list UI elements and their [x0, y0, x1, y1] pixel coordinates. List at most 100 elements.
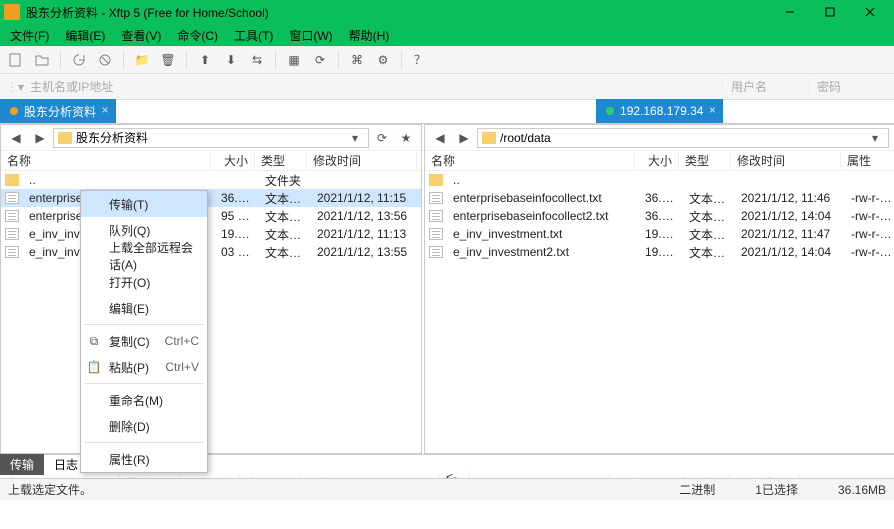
path-dropdown-icon[interactable]: ▾	[866, 131, 884, 145]
folder-icon	[429, 174, 443, 186]
context-item[interactable]: 传输(T)	[81, 191, 207, 217]
local-nav: ◀ ▶ 股东分析资料 ▾ ⟳ ★	[1, 125, 421, 151]
help-icon[interactable]: ？	[410, 50, 430, 70]
menu-tools[interactable]: 工具(T)	[228, 25, 279, 46]
download-icon[interactable]: ⬇	[221, 50, 241, 70]
session-dropdown-icon[interactable]: ▾	[18, 80, 24, 94]
tab-remote-label: 192.168.179.34	[620, 104, 703, 118]
menu-help[interactable]: 帮助(H)	[343, 25, 396, 46]
file-type: 文本文档	[683, 190, 735, 207]
forward-icon[interactable]: ▶	[453, 127, 475, 149]
file-name: ..	[23, 173, 215, 187]
title-bar: 股东分析资料 - Xftp 5 (Free for Home/School)	[0, 0, 894, 24]
file-size: 36.16...	[215, 191, 259, 205]
maximize-button[interactable]	[810, 0, 850, 24]
view-icon[interactable]: ▦	[284, 50, 304, 70]
col-size[interactable]: 大小	[211, 152, 255, 169]
sync-icon[interactable]: ⇆	[247, 50, 267, 70]
tab-local[interactable]: 股东分析资料 ×	[0, 99, 116, 123]
context-item[interactable]: ⧉复制(C)Ctrl+C	[81, 328, 207, 354]
context-item[interactable]: 重命名(M)	[81, 387, 207, 413]
file-type: 文本文档	[683, 208, 735, 225]
remote-path-text: /root/data	[500, 131, 551, 145]
file-type: 文本文档	[259, 190, 311, 207]
parent-dir-row[interactable]: ..	[425, 171, 894, 189]
col-attrs[interactable]: 属性	[841, 152, 894, 169]
disconnect-icon[interactable]	[95, 50, 115, 70]
new-folder-icon[interactable]: 📁	[132, 50, 152, 70]
refresh-icon[interactable]: ⟳	[371, 127, 393, 149]
menu-window[interactable]: 窗口(W)	[283, 25, 338, 46]
file-row[interactable]: enterprisebaseinfocollect2.txt36.16...文本…	[425, 207, 894, 225]
col-name[interactable]: 名称	[1, 152, 211, 169]
parent-dir-row[interactable]: .. 文件夹	[1, 171, 421, 189]
back-icon[interactable]: ◀	[429, 127, 451, 149]
context-item[interactable]: 删除(D)	[81, 413, 207, 439]
menu-view[interactable]: 查看(V)	[115, 25, 167, 46]
address-bar: ⋮ ▾ 主机名或IP地址 用户名 密码	[0, 74, 894, 100]
col-type[interactable]: 类型	[679, 152, 731, 169]
remote-file-list[interactable]: .. enterprisebaseinfocollect.txt36.16...…	[425, 171, 894, 453]
host-input[interactable]: 主机名或IP地址	[30, 78, 716, 95]
col-type[interactable]: 类型	[255, 152, 307, 169]
bookmark-icon[interactable]: ★	[395, 127, 417, 149]
menu-command[interactable]: 命令(C)	[171, 25, 224, 46]
grip-icon: ⋮	[6, 80, 12, 94]
settings-icon[interactable]: ⚙	[373, 50, 393, 70]
file-row[interactable]: e_inv_investment.txt19.16...文本文档2021/1/1…	[425, 225, 894, 243]
menu-edit[interactable]: 编辑(E)	[59, 25, 111, 46]
file-row[interactable]: e_inv_investm...03 By...文本文档2021/1/12, 1…	[1, 243, 421, 261]
upload-icon[interactable]: ⬆	[195, 50, 215, 70]
back-icon[interactable]: ◀	[5, 127, 27, 149]
file-row[interactable]: e_inv_investm...19.16...文本文档2021/1/12, 1…	[1, 225, 421, 243]
new-session-icon[interactable]	[6, 50, 26, 70]
file-row[interactable]: e_inv_investment2.txt19.16...文本文档2021/1/…	[425, 243, 894, 261]
local-file-list[interactable]: .. 文件夹 enterprisebas...36.16...文本文档2021/…	[1, 171, 421, 453]
tab-close-icon[interactable]: ×	[98, 103, 112, 117]
context-item[interactable]: 属性(R)	[81, 446, 207, 472]
file-row[interactable]: enterprisebaseinfocollect.txt36.16...文本文…	[425, 189, 894, 207]
local-path-text: 股东分析资料	[76, 129, 148, 146]
remote-path-input[interactable]: /root/data ▾	[477, 128, 889, 148]
file-row[interactable]: enterprisebas...95 By...文本文档2021/1/12, 1…	[1, 207, 421, 225]
file-attrs: -rw-r--r--	[845, 191, 894, 205]
terminal-icon[interactable]: ⌘	[347, 50, 367, 70]
delete-icon[interactable]: 🗑	[158, 50, 178, 70]
file-icon	[5, 192, 19, 204]
menu-file[interactable]: 文件(F)	[4, 25, 55, 46]
file-size: 19.16...	[639, 227, 683, 241]
refresh-icon[interactable]: ⟳	[310, 50, 330, 70]
col-modified[interactable]: 修改时间	[731, 152, 841, 169]
username-input[interactable]: 用户名	[722, 78, 802, 95]
file-icon	[429, 246, 443, 258]
col-name[interactable]: 名称	[425, 152, 635, 169]
context-item[interactable]: 📋粘贴(P)Ctrl+V	[81, 354, 207, 380]
file-modified: 2021/1/12, 13:56	[311, 209, 421, 223]
file-attrs: -rw-r--r--	[845, 227, 894, 241]
context-item[interactable]: 打开(O)	[81, 269, 207, 295]
tab-transfer[interactable]: 传输	[0, 454, 44, 475]
file-icon	[5, 210, 19, 222]
minimize-button[interactable]	[770, 0, 810, 24]
local-path-input[interactable]: 股东分析资料 ▾	[53, 128, 369, 148]
tab-close-icon[interactable]: ×	[705, 103, 719, 117]
path-dropdown-icon[interactable]: ▾	[346, 131, 364, 145]
context-item[interactable]: 编辑(E)	[81, 295, 207, 321]
tab-local-label: 股东分析资料	[24, 103, 96, 120]
context-item[interactable]: 上载全部远程会话(A)	[81, 243, 207, 269]
context-label: 队列(Q)	[109, 222, 150, 239]
password-input[interactable]: 密码	[808, 78, 888, 95]
open-session-icon[interactable]	[32, 50, 52, 70]
context-shortcut: Ctrl+V	[165, 360, 199, 374]
file-row[interactable]: enterprisebas...36.16...文本文档2021/1/12, 1…	[1, 189, 421, 207]
col-size[interactable]: 大小	[635, 152, 679, 169]
col-modified[interactable]: 修改时间	[307, 152, 417, 169]
context-label: 上载全部远程会话(A)	[109, 239, 199, 273]
reconnect-icon[interactable]	[69, 50, 89, 70]
file-name: e_inv_investment.txt	[447, 227, 639, 241]
forward-icon[interactable]: ▶	[29, 127, 51, 149]
status-bar: 上载选定文件。 二进制 1已选择 36.16MB	[0, 478, 894, 500]
file-type: 文件夹	[259, 172, 311, 189]
tab-remote[interactable]: 192.168.179.34 ×	[596, 99, 723, 123]
close-button[interactable]	[850, 0, 890, 24]
